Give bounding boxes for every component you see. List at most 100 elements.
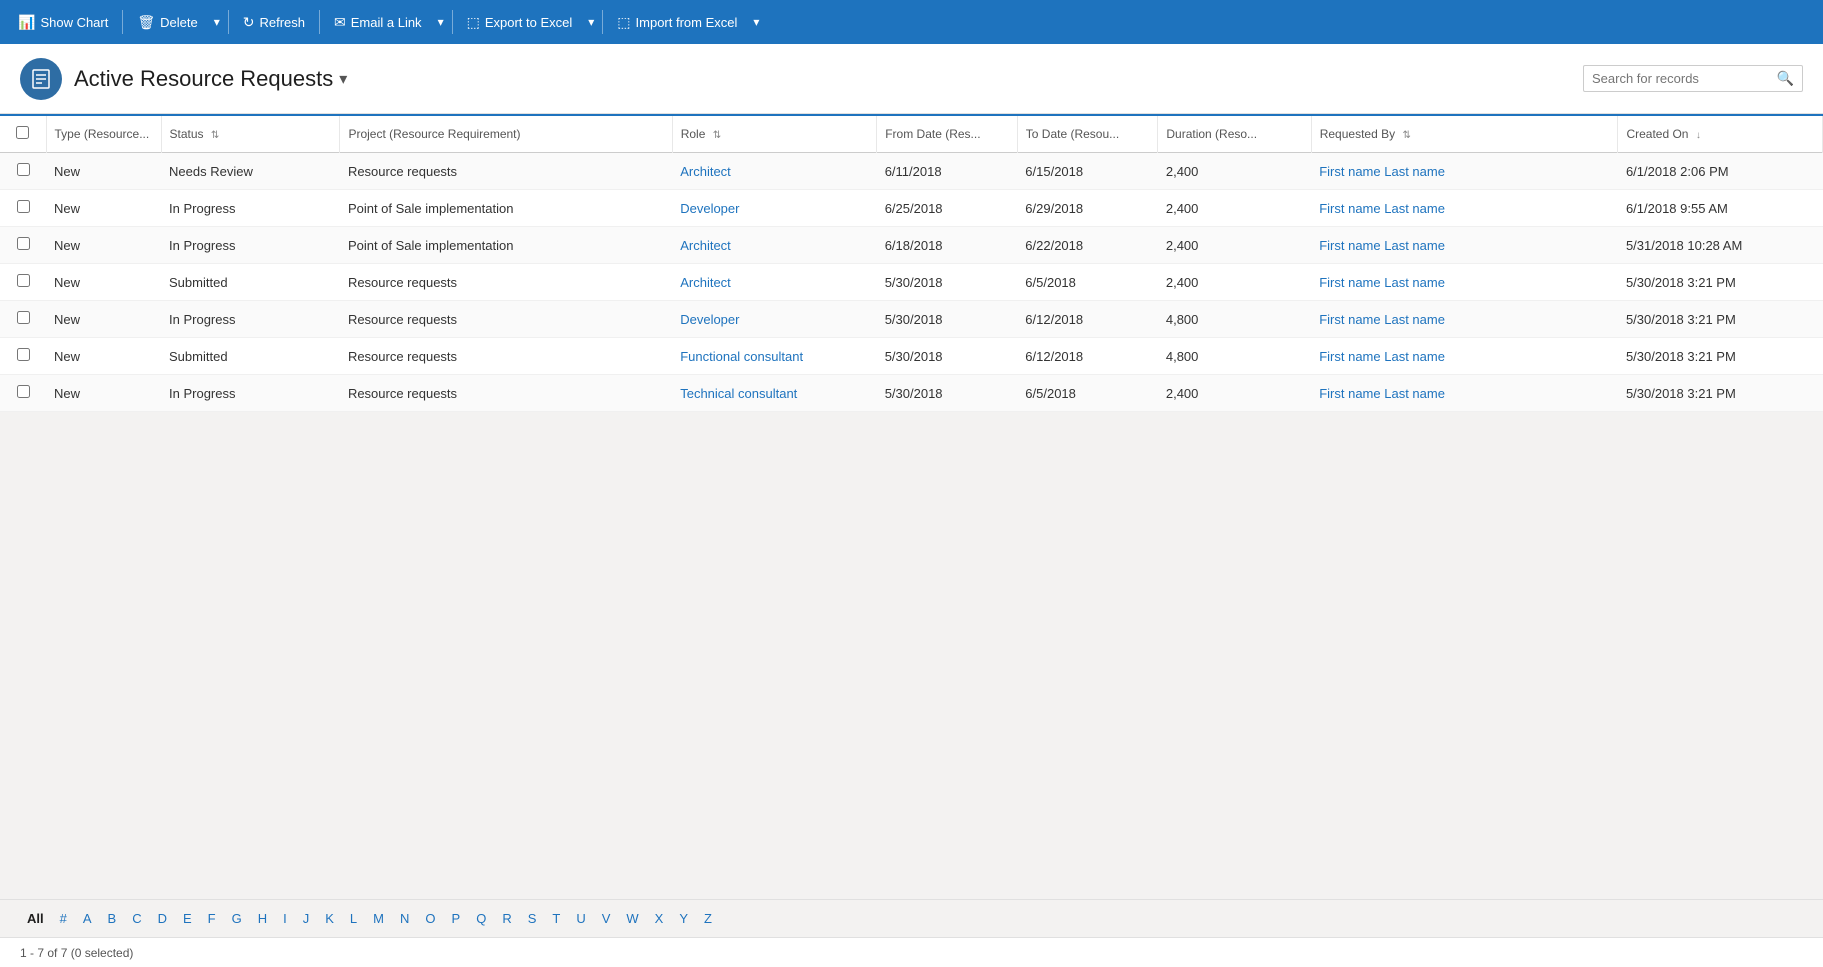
alpha-nav-u[interactable]: U — [569, 908, 592, 929]
show-chart-button[interactable]: 📊 Show Chart — [8, 8, 118, 37]
row-role-3[interactable]: Architect — [672, 264, 876, 301]
row-role-1[interactable]: Developer — [672, 190, 876, 227]
row-checkbox-input-5[interactable] — [17, 348, 30, 361]
alpha-nav-r[interactable]: R — [495, 908, 518, 929]
page-title-dropdown-button[interactable]: ▾ — [339, 69, 347, 89]
row-to-date-4: 6/12/2018 — [1017, 301, 1158, 338]
alpha-nav-t[interactable]: T — [545, 908, 567, 929]
requested-by-sort-icon: ⇅ — [1402, 130, 1410, 141]
row-role-6[interactable]: Technical consultant — [672, 375, 876, 412]
col-header-type[interactable]: Type (Resource... — [46, 116, 161, 153]
alpha-nav-d[interactable]: D — [151, 908, 174, 929]
row-project-6: Resource requests — [340, 375, 672, 412]
row-requested-by-2[interactable]: First name Last name — [1311, 227, 1618, 264]
row-checkbox-0[interactable] — [0, 153, 46, 190]
col-header-created-on[interactable]: Created On ↓ — [1618, 116, 1823, 153]
row-checkbox-3[interactable] — [0, 264, 46, 301]
role-sort-icon: ⇅ — [713, 130, 721, 141]
row-created-on-0: 6/1/2018 2:06 PM — [1618, 153, 1823, 190]
row-requested-by-4[interactable]: First name Last name — [1311, 301, 1618, 338]
row-role-5[interactable]: Functional consultant — [672, 338, 876, 375]
alpha-nav-q[interactable]: Q — [469, 908, 493, 929]
row-requested-by-1[interactable]: First name Last name — [1311, 190, 1618, 227]
page-header-left: Active Resource Requests ▾ — [20, 58, 347, 100]
alpha-nav-#[interactable]: # — [53, 908, 74, 929]
col-header-status[interactable]: Status ⇅ — [161, 116, 340, 153]
import-dropdown-button[interactable]: ▾ — [749, 9, 763, 35]
col-header-duration[interactable]: Duration (Reso... — [1158, 116, 1311, 153]
alpha-nav-p[interactable]: P — [445, 908, 468, 929]
row-checkbox-5[interactable] — [0, 338, 46, 375]
alpha-nav-all[interactable]: All — [20, 908, 51, 929]
alpha-nav-j[interactable]: J — [296, 908, 317, 929]
row-project-5: Resource requests — [340, 338, 672, 375]
table-header-row: Type (Resource... Status ⇅ Project (Reso… — [0, 116, 1823, 153]
alpha-nav-e[interactable]: E — [176, 908, 199, 929]
row-type-3: New — [46, 264, 161, 301]
status-sort-icon: ⇅ — [211, 130, 219, 141]
col-header-from-date[interactable]: From Date (Res... — [877, 116, 1018, 153]
row-status-1: In Progress — [161, 190, 340, 227]
export-dropdown-button[interactable]: ▾ — [584, 9, 598, 35]
row-role-4[interactable]: Developer — [672, 301, 876, 338]
row-checkbox-6[interactable] — [0, 375, 46, 412]
row-checkbox-4[interactable] — [0, 301, 46, 338]
alpha-nav-z[interactable]: Z — [697, 908, 719, 929]
row-checkbox-2[interactable] — [0, 227, 46, 264]
row-requested-by-3[interactable]: First name Last name — [1311, 264, 1618, 301]
alpha-nav-h[interactable]: H — [251, 908, 274, 929]
select-all-checkbox-input[interactable] — [16, 126, 29, 139]
col-header-requested-by[interactable]: Requested By ⇅ — [1311, 116, 1618, 153]
row-checkbox-1[interactable] — [0, 190, 46, 227]
row-status-0: Needs Review — [161, 153, 340, 190]
import-excel-button[interactable]: ⬚ Import from Excel — [607, 8, 747, 37]
row-requested-by-0[interactable]: First name Last name — [1311, 153, 1618, 190]
alpha-nav-i[interactable]: I — [276, 908, 294, 929]
row-requested-by-6[interactable]: First name Last name — [1311, 375, 1618, 412]
alpha-nav-l[interactable]: L — [343, 908, 364, 929]
row-requested-by-5[interactable]: First name Last name — [1311, 338, 1618, 375]
alpha-nav-m[interactable]: M — [366, 908, 391, 929]
row-role-2[interactable]: Architect — [672, 227, 876, 264]
col-header-project[interactable]: Project (Resource Requirement) — [340, 116, 672, 153]
alpha-nav-g[interactable]: G — [225, 908, 249, 929]
row-checkbox-input-3[interactable] — [17, 274, 30, 287]
alpha-nav-f[interactable]: F — [201, 908, 223, 929]
search-box[interactable]: 🔍 — [1583, 65, 1803, 92]
alpha-nav-o[interactable]: O — [418, 908, 442, 929]
select-all-checkbox[interactable] — [0, 116, 46, 153]
row-role-0[interactable]: Architect — [672, 153, 876, 190]
status-bar: 1 - 7 of 7 (0 selected) — [0, 937, 1823, 967]
alpha-nav-c[interactable]: C — [125, 908, 148, 929]
delete-button[interactable]: 🗑 Delete — [127, 8, 207, 37]
alpha-nav-k[interactable]: K — [318, 908, 341, 929]
alpha-nav-y[interactable]: Y — [672, 908, 695, 929]
email-dropdown-button[interactable]: ▾ — [434, 9, 448, 35]
alpha-nav-n[interactable]: N — [393, 908, 416, 929]
col-header-to-date[interactable]: To Date (Resou... — [1017, 116, 1158, 153]
alpha-nav-w[interactable]: W — [619, 908, 645, 929]
alpha-nav-v[interactable]: V — [595, 908, 618, 929]
row-checkbox-input-2[interactable] — [17, 237, 30, 250]
alpha-nav-b[interactable]: B — [101, 908, 124, 929]
refresh-button[interactable]: ↻ Refresh — [233, 8, 315, 37]
resource-requests-icon — [30, 68, 52, 90]
col-header-role[interactable]: Role ⇅ — [672, 116, 876, 153]
row-checkbox-input-1[interactable] — [17, 200, 30, 213]
table-container: Type (Resource... Status ⇅ Project (Reso… — [0, 114, 1823, 412]
row-checkbox-input-4[interactable] — [17, 311, 30, 324]
row-duration-0: 2,400 — [1158, 153, 1311, 190]
search-input[interactable] — [1592, 71, 1771, 86]
row-checkbox-input-0[interactable] — [17, 163, 30, 176]
email-link-button[interactable]: ✉ Email a Link — [324, 8, 432, 37]
row-from-date-2: 6/18/2018 — [877, 227, 1018, 264]
alpha-nav-s[interactable]: S — [521, 908, 544, 929]
row-checkbox-input-6[interactable] — [17, 385, 30, 398]
export-excel-button[interactable]: ⬚ Export to Excel — [457, 8, 583, 37]
row-project-0: Resource requests — [340, 153, 672, 190]
table-row: New Submitted Resource requests Architec… — [0, 264, 1823, 301]
alpha-nav-x[interactable]: X — [648, 908, 671, 929]
refresh-icon: ↻ — [243, 14, 255, 31]
delete-dropdown-button[interactable]: ▾ — [210, 9, 224, 35]
alpha-nav-a[interactable]: A — [76, 908, 99, 929]
